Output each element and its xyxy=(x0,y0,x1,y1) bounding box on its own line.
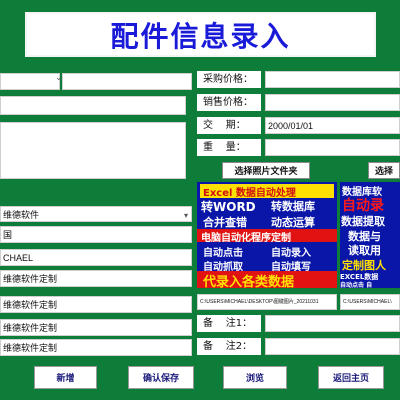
ad1-line-7: 自动点击 xyxy=(203,248,243,259)
weight-input[interactable] xyxy=(265,139,400,156)
ad1-line-11: 代录入各类数据 xyxy=(203,275,295,288)
photo-path-2[interactable]: C:\USERS\MICHAEL\ xyxy=(340,294,400,310)
ad1-line-8: 自动录入 xyxy=(271,248,311,259)
software-select[interactable]: 维德软件 ▾ xyxy=(0,206,192,222)
select-photo-folder-button[interactable]: 选择照片文件夹 xyxy=(222,162,310,179)
ad2-line-8: 自动点击 自 xyxy=(340,282,373,288)
ad1-line-5: 动态运算 xyxy=(271,216,315,229)
purchase-price-label: 采购价格： xyxy=(197,71,261,88)
software-value: 维德软件 xyxy=(3,210,40,220)
left-field-2[interactable] xyxy=(0,96,186,115)
ad1-line-2: 转WORD xyxy=(201,200,256,214)
browse-button[interactable]: 浏览 xyxy=(223,366,287,389)
custom-value-3: 维德软件定制 xyxy=(3,323,58,333)
custom-field-2[interactable]: 维德软件定制 xyxy=(0,296,192,313)
ad2-line-3: 数据提取 xyxy=(341,215,385,228)
transaction-value: 2000/01/01 xyxy=(268,121,314,131)
purchase-price-input[interactable] xyxy=(265,71,400,88)
ad2-line-6: 定制图人 xyxy=(342,259,386,272)
page-title: 配件信息录入 xyxy=(110,19,291,53)
ad1-line-4: 合并查错 xyxy=(203,216,247,229)
remark1-label: 备 注1： xyxy=(197,315,261,332)
ad2-line-2: 自动录 xyxy=(342,198,384,214)
remark2-label: 备 注2： xyxy=(197,338,261,355)
country-value: 国 xyxy=(3,230,13,240)
photo-preview-1: Excel 数据自动处理 转WORD 转数据库 合并查错 动态运算 电脑自动化程… xyxy=(197,182,337,288)
left-textarea[interactable] xyxy=(0,122,186,179)
ad1-line-3: 转数据库 xyxy=(271,200,315,213)
add-button[interactable]: 新增 xyxy=(34,366,97,389)
country-field[interactable]: 国 xyxy=(0,226,192,243)
left-field-1b[interactable] xyxy=(62,73,192,90)
confirm-save-button[interactable]: 确认保存 xyxy=(128,366,194,389)
photo-preview-2: 数据库软 自动录 数据提取 数据与 读取用 定制图人 EXCEL数据 自动点击 … xyxy=(340,182,400,288)
custom-value-1: 维德软件定制 xyxy=(3,274,58,284)
remark2-input[interactable] xyxy=(265,338,400,355)
ad1-line-6: 电脑自动化程序定制 xyxy=(201,233,291,244)
custom-field-4[interactable]: 维德软件定制 xyxy=(0,339,192,356)
back-home-button[interactable]: 返回主页 xyxy=(318,366,384,389)
sale-price-input[interactable] xyxy=(265,94,400,111)
transaction-label: 交 期： xyxy=(197,117,261,134)
ad1-line-1: Excel 数据自动处理 xyxy=(203,188,296,199)
weight-label: 重 量： xyxy=(197,139,261,156)
custom-value-4: 维德软件定制 xyxy=(3,343,58,353)
name-field[interactable]: CHAEL xyxy=(0,249,192,266)
ad2-line-5: 读取用 xyxy=(348,244,381,257)
chevron-down-icon: ▾ xyxy=(183,211,188,220)
photo-path-1[interactable]: C:\USERS\MICHAEL\DESKTOP\图键图片_20211031 xyxy=(197,294,337,310)
custom-field-3[interactable]: 维德软件定制 xyxy=(0,319,192,336)
transaction-input[interactable]: 2000/01/01 xyxy=(265,117,400,134)
custom-value-2: 维德软件定制 xyxy=(3,300,58,310)
title-banner: 配件信息录入 xyxy=(25,12,376,57)
sale-price-label: 销售价格： xyxy=(197,94,261,111)
custom-field-1[interactable]: 维德软件定制 xyxy=(0,270,192,287)
select-photo-folder-button-2[interactable]: 选择 xyxy=(368,162,400,179)
name-value: CHAEL xyxy=(3,253,34,263)
left-field-1[interactable] xyxy=(0,73,60,90)
remark1-input[interactable] xyxy=(265,315,400,332)
chevron-down-icon[interactable]: ⌄ xyxy=(55,72,63,83)
